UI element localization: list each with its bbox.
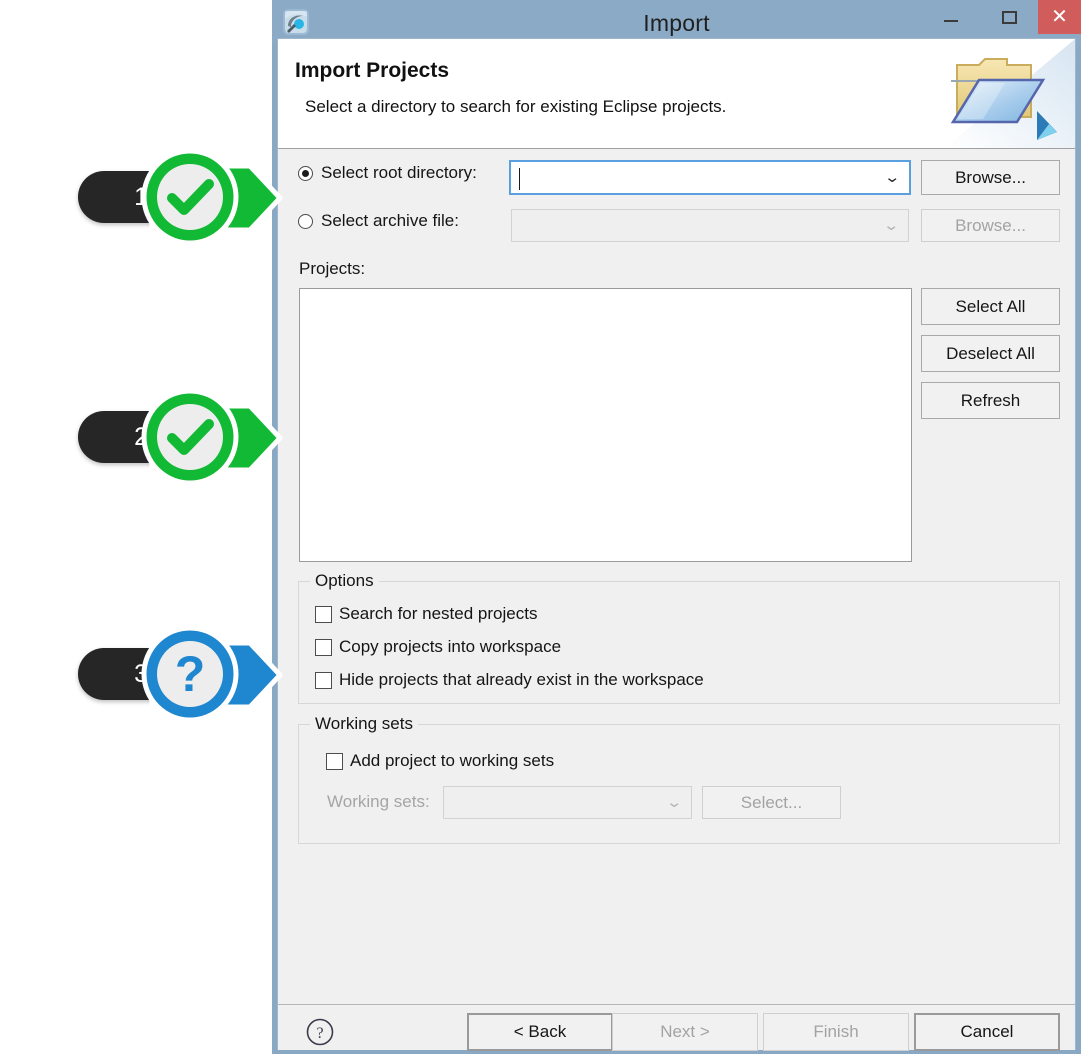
annotation-question-circle-3: ?	[141, 625, 239, 728]
search-nested-projects-checkbox[interactable]	[315, 605, 332, 623]
minimize-icon	[944, 20, 958, 22]
svg-text:?: ?	[316, 1025, 323, 1042]
question-mark-icon[interactable]: ?	[306, 1018, 334, 1046]
browse-archive-file-button: Browse...	[921, 209, 1060, 242]
page-subtitle: Select a directory to search for existin…	[305, 97, 727, 116]
next-button: Next >	[612, 1013, 758, 1051]
annotation-check-circle-1	[141, 148, 239, 251]
select-archive-file-label: Select archive file:	[321, 211, 459, 230]
text-caret	[519, 168, 520, 190]
maximize-icon	[1001, 10, 1017, 24]
select-root-directory-label: Select root directory:	[321, 163, 477, 182]
minimize-button[interactable]	[922, 0, 980, 34]
hide-existing-projects-checkbox[interactable]	[315, 671, 332, 689]
projects-label: Projects:	[299, 259, 366, 278]
hide-existing-projects-label: Hide projects that already exist in the …	[339, 670, 704, 689]
page-title: Import Projects	[295, 59, 450, 82]
wizard-page-header: Import Projects Select a directory to se…	[278, 39, 1075, 149]
hide-existing-projects-row[interactable]: Hide projects that already exist in the …	[315, 670, 704, 690]
maximize-button[interactable]	[980, 0, 1038, 34]
refresh-label: Refresh	[960, 390, 1021, 410]
select-archive-file-row[interactable]: Select archive file:	[298, 211, 459, 231]
search-nested-projects-label: Search for nested projects	[339, 604, 538, 623]
chevron-down-icon: ⌄	[883, 216, 901, 234]
refresh-button[interactable]: Refresh	[921, 382, 1060, 419]
next-button-label: Next >	[660, 1022, 710, 1041]
import-folder-icon	[945, 39, 1075, 148]
select-archive-file-radio[interactable]	[298, 213, 313, 229]
select-all-label: Select All	[955, 296, 1026, 316]
import-dialog-window: Import ✕ Import Projects Select a direct…	[272, 0, 1081, 1054]
svg-text:?: ?	[175, 646, 206, 702]
projects-list[interactable]	[299, 288, 912, 562]
working-sets-select-label: Select...	[740, 792, 803, 812]
copy-projects-checkbox[interactable]	[315, 638, 332, 656]
search-nested-projects-row[interactable]: Search for nested projects	[315, 604, 537, 624]
close-icon: ✕	[1051, 6, 1068, 28]
copy-projects-label: Copy projects into workspace	[339, 637, 562, 656]
archive-file-combo: ⌄	[511, 209, 909, 242]
select-root-directory-radio[interactable]	[298, 165, 313, 181]
browse-root-directory-button[interactable]: Browse...	[921, 160, 1060, 195]
add-project-to-working-sets-label: Add project to working sets	[350, 751, 555, 770]
add-project-to-working-sets-checkbox[interactable]	[326, 752, 343, 770]
select-all-button[interactable]: Select All	[921, 288, 1060, 325]
chevron-down-icon: ⌄	[666, 793, 684, 811]
working-sets-field-label: Working sets:	[327, 792, 430, 811]
root-directory-combo[interactable]: ⌄	[509, 160, 911, 195]
browse-root-directory-label: Browse...	[955, 167, 1026, 187]
copy-projects-row[interactable]: Copy projects into workspace	[315, 637, 561, 657]
back-button[interactable]: < Back	[467, 1013, 613, 1051]
chevron-down-icon[interactable]: ⌄	[884, 170, 901, 185]
browse-archive-file-label: Browse...	[955, 215, 1026, 235]
annotation-check-circle-2	[141, 388, 239, 491]
options-group: Options Search for nested projects Copy …	[298, 571, 1060, 704]
dialog-footer: ? < Back Next > Finish Cancel	[278, 1004, 1075, 1051]
deselect-all-button[interactable]: Deselect All	[921, 335, 1060, 372]
finish-button: Finish	[763, 1013, 909, 1051]
deselect-all-label: Deselect All	[946, 343, 1035, 363]
working-sets-select-button: Select...	[702, 786, 841, 819]
dialog-client-area: Import Projects Select a directory to se…	[277, 38, 1076, 1051]
finish-button-label: Finish	[813, 1022, 859, 1041]
cancel-button-label: Cancel	[960, 1022, 1014, 1041]
wizard-page-body: Select root directory: ⌄ Browse... Selec…	[278, 149, 1075, 1004]
options-group-title: Options	[310, 571, 379, 591]
working-sets-group: Working sets Add project to working sets…	[298, 714, 1060, 844]
close-button[interactable]: ✕	[1038, 0, 1081, 34]
back-button-label: < Back	[513, 1022, 567, 1041]
cancel-button[interactable]: Cancel	[914, 1013, 1060, 1051]
add-project-to-working-sets-row[interactable]: Add project to working sets	[326, 751, 554, 771]
select-root-directory-row[interactable]: Select root directory:	[298, 163, 477, 183]
working-sets-combo: ⌄	[443, 786, 692, 819]
working-sets-group-title: Working sets	[310, 714, 418, 734]
